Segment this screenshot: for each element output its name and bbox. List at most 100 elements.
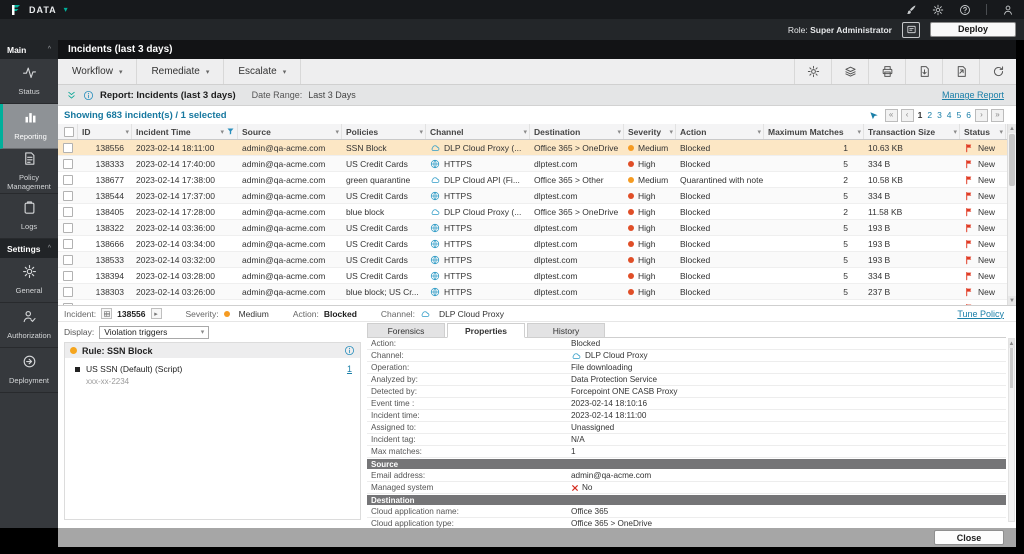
row-checkbox[interactable] — [63, 223, 73, 233]
column-header-id[interactable]: ID▾ — [78, 124, 132, 139]
row-checkbox[interactable] — [63, 271, 73, 281]
settings-icon[interactable] — [794, 59, 831, 84]
export-alt-icon[interactable] — [942, 59, 979, 84]
column-menu-icon[interactable]: ▾ — [220, 128, 224, 136]
incident-row[interactable]: 1385442023-02-14 17:37:00admin@qa-acme.c… — [58, 188, 1016, 204]
row-checkbox[interactable] — [63, 175, 73, 185]
page-number-2[interactable]: 2 — [926, 110, 933, 120]
incident-row[interactable]: 1386772023-02-14 17:38:00admin@qa-acme.c… — [58, 172, 1016, 188]
last-page-button[interactable]: » — [991, 109, 1004, 122]
columns-icon[interactable] — [831, 59, 868, 84]
sidebar-item-logs[interactable]: Logs — [0, 194, 58, 239]
row-checkbox[interactable] — [63, 207, 73, 217]
sidebar-item-policy-management[interactable]: Policy Management — [0, 149, 58, 194]
page-number-4[interactable]: 4 — [946, 110, 953, 120]
brand[interactable]: DATA ▾ — [10, 4, 68, 16]
column-menu-icon[interactable]: ▾ — [617, 128, 621, 136]
close-button[interactable]: Close — [934, 530, 1004, 545]
column-menu-icon[interactable]: ▾ — [523, 128, 527, 136]
row-checkbox[interactable] — [63, 191, 73, 201]
toolbar-button-remediate[interactable]: Remediate▾ — [137, 59, 224, 84]
incident-row[interactable]: 1385152023-02-14 01:49:00admin@qa-acme.c… — [58, 300, 1016, 305]
scrollbar-thumb[interactable] — [1009, 134, 1015, 186]
column-menu-icon[interactable]: ▾ — [125, 128, 129, 136]
trigger-count-link[interactable]: 1 — [347, 364, 352, 374]
export-icon[interactable] — [905, 59, 942, 84]
scroll-up-icon[interactable]: ▲ — [1008, 124, 1016, 133]
next-page-button[interactable]: › — [975, 109, 988, 122]
row-checkbox[interactable] — [63, 287, 73, 297]
column-header-transaction-size[interactable]: Transaction Size▾ — [864, 124, 960, 139]
user-icon[interactable] — [1002, 4, 1014, 16]
scroll-up-icon[interactable]: ▲ — [1009, 339, 1014, 348]
table-scrollbar[interactable]: ▲ ▼ — [1007, 124, 1016, 305]
brush-icon[interactable] — [905, 4, 917, 16]
tab-forensics[interactable]: Forensics — [367, 323, 445, 338]
refresh-icon[interactable] — [979, 59, 1016, 84]
sidebar-section-settings[interactable]: Settings^ — [0, 239, 58, 258]
column-menu-icon[interactable]: ▾ — [953, 128, 957, 136]
row-checkbox[interactable] — [63, 255, 73, 265]
column-menu-icon[interactable]: ▾ — [757, 128, 761, 136]
info-icon[interactable] — [83, 90, 94, 101]
filter-icon[interactable] — [226, 127, 235, 136]
tab-properties[interactable]: Properties — [447, 323, 525, 338]
incident-row[interactable]: 1386662023-02-14 03:34:00admin@qa-acme.c… — [58, 236, 1016, 252]
column-header-maximum-matches[interactable]: Maximum Matches▾ — [764, 124, 864, 139]
toolbar-button-escalate[interactable]: Escalate▾ — [224, 59, 301, 84]
sidebar-item-general[interactable]: General — [0, 258, 58, 303]
deployment-status-icon[interactable] — [902, 22, 920, 38]
prev-page-button[interactable]: ‹ — [901, 109, 914, 122]
manage-report-link[interactable]: Manage Report — [942, 90, 1004, 100]
print-icon[interactable] — [868, 59, 905, 84]
incident-row[interactable]: 1385332023-02-14 03:32:00admin@qa-acme.c… — [58, 252, 1016, 268]
page-number-3[interactable]: 3 — [936, 110, 943, 120]
incident-row[interactable]: 1384052023-02-14 17:28:00admin@qa-acme.c… — [58, 204, 1016, 220]
deploy-button[interactable]: Deploy — [930, 22, 1016, 37]
sidebar-item-reporting[interactable]: Reporting — [0, 104, 58, 149]
page-number-5[interactable]: 5 — [956, 110, 963, 120]
column-menu-icon[interactable]: ▾ — [999, 128, 1003, 136]
page-number-1[interactable]: 1 — [917, 110, 924, 120]
column-header-policies[interactable]: Policies▾ — [342, 124, 426, 139]
display-select[interactable]: Violation triggers ▾ — [99, 326, 209, 339]
column-header-destination[interactable]: Destination▾ — [530, 124, 624, 139]
row-checkbox[interactable] — [63, 143, 73, 153]
incident-row[interactable]: 1383222023-02-14 03:36:00admin@qa-acme.c… — [58, 220, 1016, 236]
page-number-6[interactable]: 6 — [965, 110, 972, 120]
sidebar-item-status[interactable]: Status — [0, 59, 58, 104]
column-menu-icon[interactable]: ▾ — [419, 128, 423, 136]
column-menu-icon[interactable]: ▾ — [857, 128, 861, 136]
column-header-channel[interactable]: Channel▾ — [426, 124, 530, 139]
scrollbar-thumb[interactable] — [1010, 348, 1013, 388]
column-menu-icon[interactable]: ▾ — [669, 128, 673, 136]
toolbar-button-workflow[interactable]: Workflow▾ — [58, 59, 137, 84]
properties-scrollbar[interactable]: ▲ — [1008, 338, 1015, 522]
scroll-down-icon[interactable]: ▼ — [1008, 296, 1016, 305]
info-icon[interactable] — [344, 345, 355, 356]
tab-history[interactable]: History — [527, 323, 605, 338]
row-checkbox[interactable] — [63, 239, 73, 249]
sidebar-section-main[interactable]: Main^ — [0, 40, 58, 59]
incident-row[interactable]: 1383332023-02-14 17:40:00admin@qa-acme.c… — [58, 156, 1016, 172]
incident-row[interactable]: 1383942023-02-14 03:28:00admin@qa-acme.c… — [58, 268, 1016, 284]
incident-row[interactable]: 1385562023-02-14 18:11:00admin@qa-acme.c… — [58, 140, 1016, 156]
row-checkbox[interactable] — [63, 303, 73, 306]
incident-row[interactable]: 1383032023-02-14 03:26:00admin@qa-acme.c… — [58, 284, 1016, 300]
column-header-action[interactable]: Action▾ — [676, 124, 764, 139]
collapse-report-icon[interactable] — [66, 90, 77, 101]
column-header-status[interactable]: Status▾ — [960, 124, 1006, 139]
sidebar-item-deployment[interactable]: Deployment — [0, 348, 58, 393]
column-header-severity[interactable]: Severity▾ — [624, 124, 676, 139]
column-header-source[interactable]: Source▾ — [238, 124, 342, 139]
incident-list-icon[interactable] — [101, 308, 112, 319]
next-incident-icon[interactable]: ▸ — [151, 308, 162, 319]
sidebar-item-authorization[interactable]: Authorization — [0, 303, 58, 348]
select-all-checkbox[interactable] — [64, 127, 74, 137]
column-menu-icon[interactable]: ▾ — [335, 128, 339, 136]
help-icon[interactable] — [959, 4, 971, 16]
tune-policy-link[interactable]: Tune Policy — [957, 309, 1004, 319]
gear-icon[interactable] — [932, 4, 944, 16]
row-checkbox[interactable] — [63, 159, 73, 169]
column-header-incident-time[interactable]: Incident Time▾ — [132, 124, 238, 139]
